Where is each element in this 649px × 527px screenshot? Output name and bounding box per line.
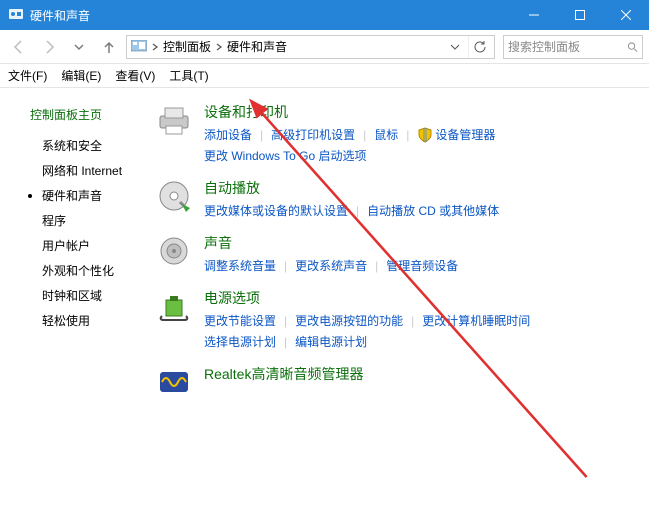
category-devices-printers: 设备和打印机 添加设备| 高级打印机设置| 鼠标| 设备管理器 更改 Windo…: [154, 102, 641, 164]
link-add-device[interactable]: 添加设备: [204, 126, 252, 143]
printer-icon: [154, 102, 194, 142]
sidebar-item[interactable]: 外观和个性化: [12, 258, 150, 283]
category-title[interactable]: 电源选项: [204, 288, 641, 308]
close-button[interactable]: [603, 0, 649, 30]
breadcrumb[interactable]: 控制面板 硬件和声音: [126, 35, 495, 59]
link-power-plan[interactable]: 选择电源计划: [204, 333, 276, 350]
link-windows-togo[interactable]: 更改 Windows To Go 启动选项: [204, 147, 366, 164]
menu-file[interactable]: 文件(F): [8, 67, 47, 84]
category-title[interactable]: 自动播放: [204, 178, 641, 198]
search-icon: [627, 41, 638, 53]
back-button[interactable]: [6, 34, 32, 60]
sidebar-item[interactable]: 系统和安全: [12, 133, 150, 158]
sidebar-item[interactable]: 用户帐户: [12, 233, 150, 258]
menu-tools[interactable]: 工具(T): [169, 67, 208, 84]
maximize-button[interactable]: [557, 0, 603, 30]
address-bar: 控制面板 硬件和声音: [0, 30, 649, 64]
realtek-icon: [154, 364, 194, 404]
shield-icon: [417, 127, 433, 143]
titlebar: 硬件和声音: [0, 0, 649, 30]
sidebar-item[interactable]: 程序: [12, 208, 150, 233]
link-sleep[interactable]: 更改计算机睡眠时间: [422, 312, 530, 329]
up-button[interactable]: [96, 34, 122, 60]
link-mouse[interactable]: 鼠标: [374, 126, 398, 143]
sidebar-item[interactable]: 轻松使用: [12, 308, 150, 333]
link-audio-device[interactable]: 管理音频设备: [386, 257, 458, 274]
link-adv-printer[interactable]: 高级打印机设置: [271, 126, 355, 143]
link-power-button[interactable]: 更改电源按钮的功能: [295, 312, 403, 329]
chevron-right-icon: [151, 40, 159, 54]
minimize-button[interactable]: [511, 0, 557, 30]
sidebar: 控制面板主页 系统和安全网络和 Internet硬件和声音程序用户帐户外观和个性…: [0, 88, 150, 527]
search-input[interactable]: [508, 40, 627, 54]
sidebar-item[interactable]: 网络和 Internet: [12, 158, 150, 183]
category-title[interactable]: 声音: [204, 233, 641, 253]
category-realtek: Realtek高清晰音频管理器: [154, 364, 641, 404]
sidebar-item[interactable]: 时钟和区域: [12, 283, 150, 308]
link-autoplay-cd[interactable]: 自动播放 CD 或其他媒体: [367, 202, 499, 219]
refresh-button[interactable]: [468, 36, 490, 58]
sidebar-item[interactable]: 硬件和声音: [12, 183, 150, 208]
breadcrumb-seg-control-panel[interactable]: 控制面板: [163, 38, 211, 55]
menu-view[interactable]: 查看(V): [115, 67, 155, 84]
autoplay-icon: [154, 178, 194, 218]
window-controls: [511, 0, 649, 30]
speaker-icon: [154, 233, 194, 273]
control-panel-icon: [8, 7, 24, 23]
category-sound: 声音 调整系统音量| 更改系统声音| 管理音频设备: [154, 233, 641, 274]
link-volume[interactable]: 调整系统音量: [204, 257, 276, 274]
link-system-sound[interactable]: 更改系统声音: [295, 257, 367, 274]
category-title[interactable]: 设备和打印机: [204, 102, 641, 122]
forward-button[interactable]: [36, 34, 62, 60]
main-content: 设备和打印机 添加设备| 高级打印机设置| 鼠标| 设备管理器 更改 Windo…: [150, 88, 649, 527]
link-power-saving[interactable]: 更改节能设置: [204, 312, 276, 329]
chevron-right-icon: [215, 40, 223, 54]
category-title[interactable]: Realtek高清晰音频管理器: [204, 364, 641, 384]
category-autoplay: 自动播放 更改媒体或设备的默认设置| 自动播放 CD 或其他媒体: [154, 178, 641, 219]
breadcrumb-seg-hardware-sound[interactable]: 硬件和声音: [227, 38, 287, 55]
category-power: 电源选项 更改节能设置| 更改电源按钮的功能| 更改计算机睡眠时间 选择电源计划…: [154, 288, 641, 350]
search-box[interactable]: [503, 35, 643, 59]
recent-locations-button[interactable]: [66, 34, 92, 60]
breadcrumb-icon: [131, 40, 147, 54]
link-device-manager[interactable]: 设备管理器: [435, 126, 495, 143]
breadcrumb-dropdown[interactable]: [446, 36, 464, 58]
sidebar-heading[interactable]: 控制面板主页: [12, 106, 150, 123]
window-title: 硬件和声音: [30, 7, 511, 24]
link-autoplay-defaults[interactable]: 更改媒体或设备的默认设置: [204, 202, 348, 219]
link-edit-plan[interactable]: 编辑电源计划: [295, 333, 367, 350]
menu-edit[interactable]: 编辑(E): [61, 67, 101, 84]
menubar: 文件(F) 编辑(E) 查看(V) 工具(T): [0, 64, 649, 88]
battery-icon: [154, 288, 194, 328]
